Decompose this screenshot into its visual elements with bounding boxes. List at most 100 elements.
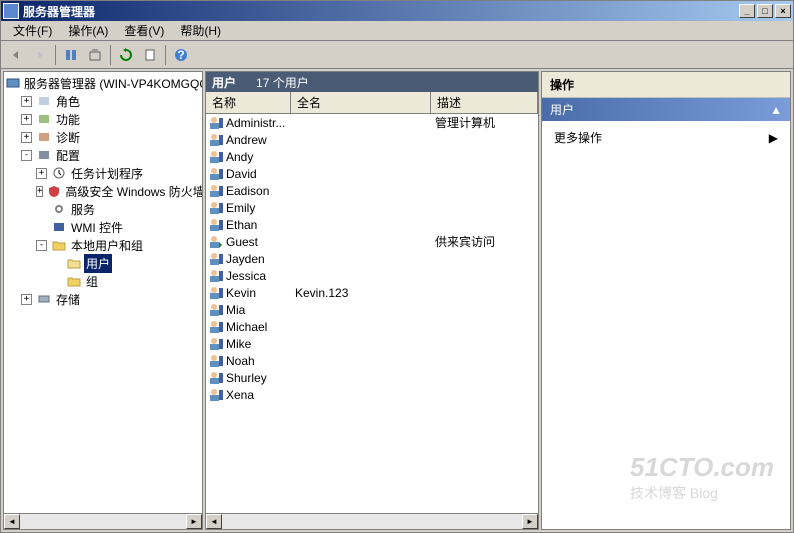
user-name-text: Andrew — [226, 133, 267, 147]
maximize-button[interactable]: □ — [757, 4, 773, 18]
menu-help[interactable]: 帮助(H) — [172, 20, 229, 41]
list-row[interactable]: Michael — [206, 318, 538, 335]
cell-name: Mike — [206, 337, 291, 351]
export-button[interactable] — [84, 44, 106, 66]
tree-label: 角色 — [54, 92, 82, 111]
back-button[interactable] — [5, 44, 27, 66]
tree-view[interactable]: 服务器管理器 (WIN-VP4KOMGQQ9 + 角色 + 功能 + 诊断 — [4, 72, 202, 513]
expand-icon[interactable]: + — [21, 294, 32, 305]
tree-label: 功能 — [54, 110, 82, 129]
expand-icon[interactable]: + — [21, 132, 32, 143]
tree-task-scheduler[interactable]: + 任务计划程序 — [6, 164, 200, 182]
expand-icon[interactable]: + — [21, 96, 32, 107]
list-row[interactable]: Jayden — [206, 250, 538, 267]
folder-icon — [66, 274, 82, 288]
list-row[interactable]: KevinKevin.123 — [206, 284, 538, 301]
scroll-right-icon[interactable]: ► — [186, 514, 202, 529]
tree-label: 本地用户和组 — [69, 236, 145, 255]
expand-icon[interactable]: + — [36, 186, 43, 197]
menu-action[interactable]: 操作(A) — [60, 20, 116, 41]
shield-icon — [47, 184, 61, 198]
gear-icon — [51, 202, 67, 216]
tree-label: 组 — [84, 272, 100, 291]
tree-storage[interactable]: + 存储 — [6, 290, 200, 308]
list-row[interactable]: Ethan — [206, 216, 538, 233]
help-button[interactable]: ? — [170, 44, 192, 66]
collapse-icon[interactable]: - — [36, 240, 47, 251]
scroll-track[interactable] — [20, 514, 186, 529]
tree-features[interactable]: + 功能 — [6, 110, 200, 128]
user-icon — [208, 286, 224, 300]
tree-pane: 服务器管理器 (WIN-VP4KOMGQQ9 + 角色 + 功能 + 诊断 — [3, 71, 203, 530]
action-more[interactable]: 更多操作 ▶ — [546, 125, 786, 150]
actions-pane: 操作 用户 ▲ 更多操作 ▶ — [541, 71, 791, 530]
tree-scrollbar[interactable]: ◄ ► — [4, 513, 202, 529]
cell-name: David — [206, 167, 291, 181]
cell-name: Administr... — [206, 116, 291, 130]
tree-diagnostics[interactable]: + 诊断 — [6, 128, 200, 146]
list-row[interactable]: Jessica — [206, 267, 538, 284]
tree-local-users-groups[interactable]: - 本地用户和组 — [6, 236, 200, 254]
user-name-text: Xena — [226, 388, 254, 402]
scroll-track[interactable] — [222, 514, 522, 529]
tree-wmi[interactable]: WMI 控件 — [6, 218, 200, 236]
list-row[interactable]: Xena — [206, 386, 538, 403]
scroll-left-icon[interactable]: ◄ — [4, 514, 20, 529]
tree-groups[interactable]: 组 — [6, 272, 200, 290]
window-controls: _ □ × — [739, 4, 791, 18]
config-icon — [36, 148, 52, 162]
forward-button[interactable] — [29, 44, 51, 66]
list-body[interactable]: Administr...管理计算机 AndrewAndy DavidEadison E… — [206, 114, 538, 513]
show-hide-button[interactable] — [60, 44, 82, 66]
refresh-button[interactable] — [115, 44, 137, 66]
list-row[interactable]: Shurley — [206, 369, 538, 386]
close-button[interactable]: × — [775, 4, 791, 18]
separator — [55, 45, 56, 65]
scroll-right-icon[interactable]: ► — [522, 514, 538, 529]
actions-title: 操作 — [542, 72, 790, 98]
tree-firewall[interactable]: + 高级安全 Windows 防火墙 — [6, 182, 200, 200]
user-name-text: Jessica — [226, 269, 266, 283]
tree-root[interactable]: 服务器管理器 (WIN-VP4KOMGQQ9 — [6, 74, 200, 92]
list-row[interactable]: Guest供来宾访问 — [206, 233, 538, 250]
list-row[interactable]: David — [206, 165, 538, 182]
svg-text:?: ? — [177, 48, 184, 62]
user-name-text: Jayden — [226, 252, 265, 266]
expand-icon[interactable]: + — [21, 114, 32, 125]
col-fullname-header[interactable]: 全名 — [291, 92, 431, 113]
user-icon — [208, 388, 224, 402]
list-row[interactable]: Andrew — [206, 131, 538, 148]
list-pane: 用户 17 个用户 名称 全名 描述 Administr...管理计算机Andr… — [205, 71, 539, 530]
collapse-icon[interactable]: - — [21, 150, 32, 161]
tree-label: 配置 — [54, 146, 82, 165]
list-scrollbar[interactable]: ◄ ► — [206, 513, 538, 529]
user-icon — [208, 201, 224, 215]
tree-roles[interactable]: + 角色 — [6, 92, 200, 110]
col-name-header[interactable]: 名称 — [206, 92, 291, 113]
expand-icon[interactable]: + — [36, 168, 47, 179]
list-row[interactable]: Eadison — [206, 182, 538, 199]
minimize-button[interactable]: _ — [739, 4, 755, 18]
tree-config[interactable]: - 配置 — [6, 146, 200, 164]
list-row[interactable]: Administr...管理计算机 — [206, 114, 538, 131]
titlebar[interactable]: 服务器管理器 _ □ × — [1, 1, 793, 21]
menu-view[interactable]: 查看(V) — [116, 20, 172, 41]
menubar: 文件(F) 操作(A) 查看(V) 帮助(H) — [1, 21, 793, 41]
tree-services[interactable]: 服务 — [6, 200, 200, 218]
actions-section-header[interactable]: 用户 ▲ — [542, 98, 790, 121]
menu-file[interactable]: 文件(F) — [5, 20, 60, 41]
list-row[interactable]: Mike — [206, 335, 538, 352]
user-icon — [208, 150, 224, 164]
tree-users[interactable]: 用户 — [6, 254, 200, 272]
list-row[interactable]: Noah — [206, 352, 538, 369]
properties-button[interactable] — [139, 44, 161, 66]
scroll-left-icon[interactable]: ◄ — [206, 514, 222, 529]
user-name-text: Emily — [226, 201, 255, 215]
tree-label: 诊断 — [54, 128, 82, 147]
list-row[interactable]: Andy — [206, 148, 538, 165]
user-name-text: Mia — [226, 303, 245, 317]
list-row[interactable]: Mia — [206, 301, 538, 318]
user-name-text: David — [226, 167, 257, 181]
list-row[interactable]: Emily — [206, 199, 538, 216]
col-desc-header[interactable]: 描述 — [431, 92, 538, 113]
